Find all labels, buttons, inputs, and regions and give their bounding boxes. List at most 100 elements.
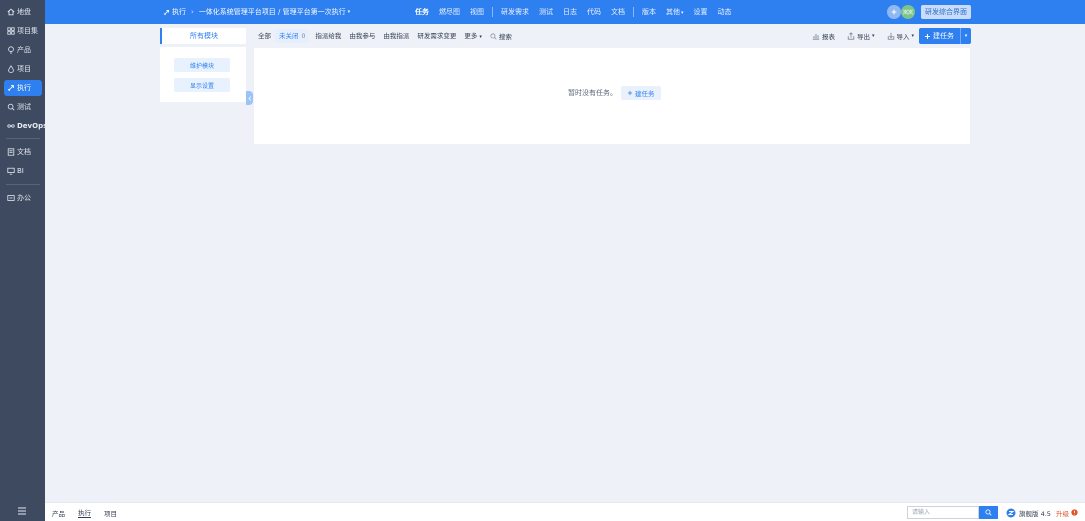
office-icon — [7, 194, 15, 202]
sidebar-item-execution[interactable]: 执行 — [4, 80, 42, 96]
search-icon — [985, 509, 992, 516]
module-tab-all[interactable]: 所有模块 — [160, 28, 246, 44]
import-button[interactable]: 导入 ▾ — [887, 31, 914, 41]
breadcrumb-root[interactable]: 执行 — [172, 7, 186, 17]
filter-story-change[interactable]: 研发需求变更 — [413, 29, 460, 43]
nav-burndown[interactable]: 燃尽图 — [434, 6, 465, 18]
sidebar-item-label: 产品 — [17, 46, 31, 54]
report-label: 报表 — [822, 33, 835, 41]
bug-search-icon — [7, 103, 15, 111]
sidebar-item-label: 项目 — [17, 65, 31, 73]
filter-bar: 全部 未关闭 0 指派给我 由我参与 由我指派 研发需求变更 更多 ▾ 搜索 — [254, 29, 512, 43]
report-button[interactable]: 报表 — [812, 31, 835, 41]
maintain-module-button[interactable]: 维护模块 — [174, 58, 230, 72]
sidebar-item-project[interactable]: 项目 — [4, 61, 42, 77]
sidebar-item-devops[interactable]: DevOps — [4, 118, 47, 134]
filter-assigned-by-me[interactable]: 由我指派 — [379, 29, 413, 43]
version-info[interactable]: 旗舰版 4.5 — [1006, 503, 1051, 521]
footer-breadcrumb: 产品 执行 项目 — [52, 503, 130, 521]
chevron-down-icon: ▾ — [681, 9, 684, 16]
sidebar-item-label: 地盘 — [17, 8, 31, 16]
menu-collapse-icon[interactable] — [17, 506, 27, 516]
search-label: 搜索 — [498, 33, 512, 41]
filter-assigned-to-me[interactable]: 指派给我 — [311, 29, 345, 43]
search-icon — [490, 32, 497, 40]
avatar[interactable]: 岚岚 — [901, 5, 915, 19]
nav-dynamic[interactable]: 动态 — [713, 6, 737, 18]
sidebar: 地盘 项目集 产品 项目 执行 测试 DevOps 文档 BI 办公 — [0, 0, 47, 521]
footer-bar: 产品 执行 项目 请输入 旗舰版 4.5 升级 — [45, 502, 1085, 521]
nav-divider — [492, 7, 493, 17]
filter-involved[interactable]: 由我参与 — [345, 29, 379, 43]
sidebar-item-bi[interactable]: BI — [4, 163, 42, 179]
search-toggle[interactable]: 搜索 — [490, 31, 512, 41]
add-avatar-icon[interactable] — [887, 5, 901, 19]
chevron-down-icon[interactable]: ▾ — [348, 9, 351, 15]
nav-code[interactable]: 代码 — [582, 6, 606, 18]
sidebar-item-label: 执行 — [17, 84, 31, 92]
create-task-main[interactable]: 建任务 — [919, 31, 960, 41]
filter-unclosed-label: 未关闭 — [279, 32, 299, 40]
nav-view[interactable]: 视图 — [465, 6, 489, 18]
sidebar-item-label: 办公 — [17, 194, 31, 202]
rocket-icon — [163, 9, 170, 16]
sidebar-item-doc[interactable]: 文档 — [4, 144, 42, 160]
nav-divider — [633, 7, 634, 17]
export-icon — [847, 32, 855, 40]
sidebar-item-office[interactable]: 办公 — [4, 190, 42, 206]
rocket-icon — [7, 84, 15, 92]
footer-project[interactable]: 项目 — [104, 508, 117, 518]
nav-build[interactable]: 版本 — [637, 6, 661, 18]
footer-product[interactable]: 产品 — [52, 508, 65, 518]
create-task-button[interactable]: 建任务 ▾ — [919, 28, 971, 44]
sidebar-item-home[interactable]: 地盘 — [4, 4, 42, 20]
display-settings-button[interactable]: 显示设置 — [174, 78, 230, 92]
chevron-left-icon — [247, 95, 251, 101]
nav-log[interactable]: 日志 — [558, 6, 582, 18]
nav-test[interactable]: 测试 — [534, 6, 558, 18]
nav-task[interactable]: 任务 — [410, 6, 434, 18]
footer-search-button[interactable] — [979, 506, 998, 519]
alert-icon — [1071, 509, 1078, 516]
nav-doc[interactable]: 文档 — [606, 6, 630, 18]
sidebar-item-label: 测试 — [17, 103, 31, 111]
nav-settings[interactable]: 设置 — [689, 6, 713, 18]
import-icon — [887, 32, 894, 40]
nav-other[interactable]: 其他▾ — [661, 6, 689, 19]
sidebar-divider — [6, 184, 40, 185]
footer-execution[interactable]: 执行 — [78, 507, 91, 518]
create-task-dropdown[interactable]: ▾ — [960, 28, 971, 44]
sidebar-item-program[interactable]: 项目集 — [4, 23, 42, 39]
main-ui-button[interactable]: 研发综合界面 — [921, 5, 971, 19]
empty-create-label: 建任务 — [635, 90, 655, 98]
footer-search-input[interactable]: 请输入 — [907, 506, 979, 519]
import-label: 导入 — [896, 33, 910, 41]
empty-create-task-button[interactable]: 建任务 — [621, 86, 661, 100]
filter-all[interactable]: 全部 — [254, 29, 275, 43]
sidebar-item-product[interactable]: 产品 — [4, 42, 42, 58]
infinity-icon — [7, 122, 15, 130]
sidebar-item-label: 文档 — [17, 148, 31, 156]
execution-nav: 任务 燃尽图 视图 研发需求 测试 日志 代码 文档 版本 其他▾ 设置 动态 — [410, 0, 737, 24]
bulb-icon — [7, 46, 15, 54]
chart-icon — [812, 34, 820, 40]
plus-icon — [627, 90, 633, 96]
export-button[interactable]: 导出 ▾ — [847, 31, 875, 41]
sidebar-item-test[interactable]: 测试 — [4, 99, 42, 115]
create-task-label: 建任务 — [933, 32, 954, 40]
chevron-down-icon: ▾ — [872, 33, 875, 39]
empty-state: 暂时没有任务。 建任务 — [568, 86, 661, 100]
sidebar-item-label: DevOps — [17, 122, 48, 130]
filter-unclosed[interactable]: 未关闭 0 — [275, 29, 310, 43]
breadcrumb-execution[interactable]: 一体化系统管理平台项目 / 管理平台第一次执行 — [199, 7, 346, 17]
chevron-down-icon: ▾ — [964, 33, 968, 39]
filter-more[interactable]: 更多 ▾ — [460, 29, 486, 43]
zentao-logo-icon — [1006, 508, 1016, 517]
nav-story[interactable]: 研发需求 — [496, 6, 534, 18]
module-panel: 维护模块 显示设置 — [160, 47, 246, 102]
sidebar-collapse-handle[interactable] — [246, 91, 253, 105]
upgrade-button[interactable]: 升级 — [1056, 503, 1078, 521]
chevron-right-icon: › — [191, 8, 194, 16]
drop-icon — [7, 65, 15, 73]
filter-more-label: 更多 — [464, 32, 478, 40]
